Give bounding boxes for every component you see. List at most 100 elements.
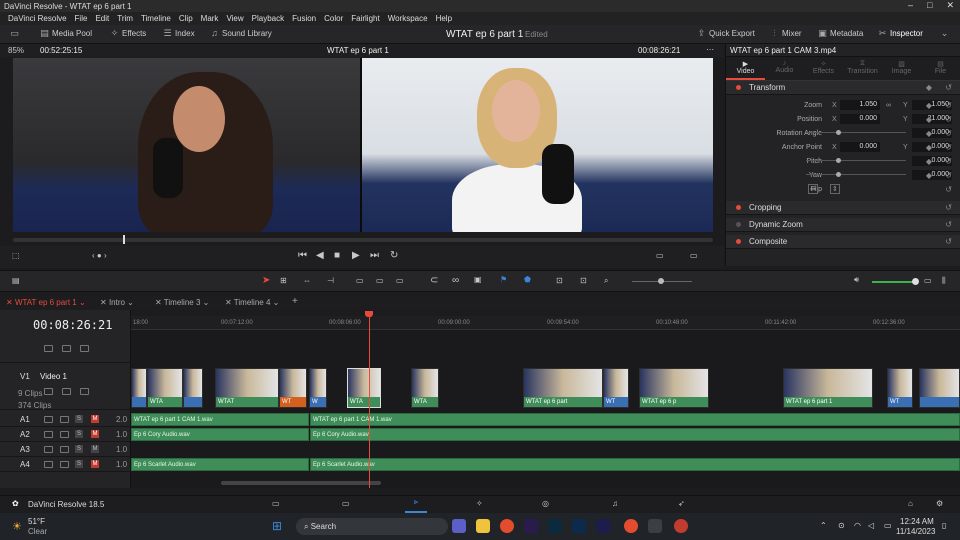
last-frame-icon[interactable]: ⏭	[370, 250, 379, 261]
tab-audio[interactable]: ♪ Audio	[765, 57, 804, 80]
media-page-icon[interactable]: ▭	[272, 499, 280, 508]
menu-item[interactable]: Timeline	[141, 14, 171, 23]
keyframe-icon[interactable]: ◆	[926, 115, 932, 124]
menu-item[interactable]: Fusion	[292, 14, 316, 23]
viewer-mode-icon[interactable]: ⬚	[12, 251, 20, 260]
home-icon[interactable]: ⌂	[908, 499, 913, 508]
video-clip-selected[interactable]: WTA	[347, 368, 381, 408]
video-clip[interactable]: WTAT ep 6 part	[523, 368, 603, 408]
cropping-section[interactable]: Cropping ↺	[726, 201, 960, 215]
reverse-icon[interactable]: ◀	[316, 250, 324, 261]
audio-clip[interactable]: WTAT ep 6 part 1 CAM 1.wav	[131, 413, 309, 426]
timeline-scrollbar[interactable]	[221, 481, 381, 485]
lock-icon[interactable]: ▣	[474, 275, 482, 284]
menu-item[interactable]: Workspace	[388, 14, 428, 23]
menu-item[interactable]: Edit	[95, 14, 109, 23]
keyframe-icon[interactable]: ◆	[926, 171, 932, 180]
lock-track-icon[interactable]	[44, 388, 53, 395]
dim-icon[interactable]: ▭	[924, 276, 932, 285]
video-clip[interactable]	[919, 368, 960, 408]
lock-track-icon[interactable]	[44, 416, 53, 423]
fusion-page-icon[interactable]: ✧	[476, 499, 483, 508]
monitor-track-icon[interactable]	[80, 345, 89, 352]
v1-name[interactable]: Video 1	[40, 372, 67, 381]
waveform-icon[interactable]: ⫼	[942, 276, 946, 286]
solo-button[interactable]: S	[75, 460, 83, 468]
video-clip[interactable]: WTAT ep 6 part 1	[783, 368, 873, 408]
zoom-fit-icon[interactable]: ⊡	[556, 276, 563, 285]
audio-clip[interactable]: WTAT ep 6 part 1 CAM 1.wav	[310, 413, 960, 426]
auto-select-icon[interactable]	[60, 461, 69, 468]
trim-icon[interactable]: ⊞	[280, 276, 287, 285]
video-viewer[interactable]	[13, 58, 713, 232]
metadata-button[interactable]: ▣ Metadata	[818, 28, 863, 39]
monitor-icon[interactable]: ▭	[10, 28, 19, 39]
pitch-slider[interactable]	[806, 158, 906, 163]
tab-transition[interactable]: ⧖ Transition	[843, 57, 882, 80]
chevron-down-icon[interactable]: ⌄	[940, 28, 949, 39]
viewer-timeline-name[interactable]: WTAT ep 6 part 1	[327, 46, 389, 55]
reset-icon[interactable]: ↺	[945, 157, 952, 166]
tab-video[interactable]: ▶ Video	[726, 57, 765, 80]
lock-track-icon[interactable]	[44, 431, 53, 438]
video-clip[interactable]: WTAT	[215, 368, 279, 408]
enable-toggle[interactable]	[736, 85, 741, 90]
position-x-field[interactable]: 0.000	[840, 114, 880, 124]
more-options-icon[interactable]: ⋯	[706, 45, 714, 54]
tab-timeline-3[interactable]: ✕ Timeline 3 ⌄	[155, 298, 209, 307]
keyframe-icon[interactable]: ◆	[926, 129, 932, 138]
playhead-handle[interactable]	[365, 311, 373, 317]
menu-item[interactable]: Mark	[201, 14, 219, 23]
auto-select-icon[interactable]	[60, 446, 69, 453]
auto-select-icon[interactable]	[60, 416, 69, 423]
solo-button[interactable]: S	[75, 430, 83, 438]
pointer-icon[interactable]: ➤	[262, 275, 270, 286]
edit-page-icon[interactable]: ⫸	[405, 497, 427, 513]
mute-button[interactable]: M	[91, 445, 99, 453]
audio-clip[interactable]: Ep 6 Cory Audio.wav	[310, 428, 960, 441]
audition-icon[interactable]	[596, 519, 610, 533]
premiere-icon[interactable]	[524, 519, 538, 533]
blade-icon[interactable]: ⊣	[327, 276, 334, 285]
zoom-detail-icon[interactable]: ⊡	[580, 276, 587, 285]
mute-button[interactable]: M	[91, 460, 99, 468]
volume-slider[interactable]	[872, 278, 919, 285]
lock-track-icon[interactable]	[44, 461, 53, 468]
flag-icon[interactable]: ⚑	[500, 275, 507, 284]
teams-icon[interactable]	[452, 519, 466, 533]
video-clip[interactable]: WT	[887, 368, 913, 408]
reset-icon[interactable]: ↺	[945, 83, 952, 92]
quick-export-button[interactable]: ⇪ Quick Export	[697, 28, 755, 39]
keyframe-icon[interactable]: ◆	[926, 157, 932, 166]
notification-icon[interactable]: ▯	[942, 521, 946, 530]
monitor-track-icon[interactable]	[80, 388, 89, 395]
layout-icon[interactable]: ▤	[12, 276, 20, 285]
battery-icon[interactable]: ▭	[884, 521, 892, 530]
windows-start-icon[interactable]: ⊞	[272, 519, 282, 533]
audio-clip[interactable]: Ep 6 Scarlet Audio.wav	[310, 458, 960, 471]
play-icon[interactable]: ▶	[352, 250, 360, 261]
tab-effects[interactable]: ✧ Effects	[804, 57, 843, 80]
app-icon[interactable]	[674, 519, 688, 533]
mixer-button[interactable]: ⫶ Mixer	[770, 28, 801, 39]
reset-icon[interactable]: ↺	[945, 171, 952, 180]
lock-track-icon[interactable]	[44, 446, 53, 453]
solo-button[interactable]: S	[75, 445, 83, 453]
tab-image[interactable]: ▨ Image	[882, 57, 921, 80]
jog-icon[interactable]: ‹ ● ›	[92, 251, 107, 260]
video-clip[interactable]	[131, 368, 147, 408]
photoshop-icon[interactable]	[572, 519, 586, 533]
cut-page-icon[interactable]: ▭	[342, 499, 350, 508]
composite-section[interactable]: Composite ↺	[726, 235, 960, 249]
keyframe-icon[interactable]: ◆	[926, 143, 932, 152]
volume-icon[interactable]: ◁	[868, 521, 874, 530]
mute-button[interactable]: M	[91, 430, 99, 438]
scrubber-handle[interactable]	[123, 235, 125, 244]
menu-item[interactable]: DaVinci Resolve	[8, 14, 67, 23]
output-icon[interactable]: ▭	[690, 251, 698, 260]
lightroom-icon[interactable]	[548, 519, 562, 533]
settings-gear-icon[interactable]: ⚙	[936, 499, 943, 508]
taskbar-search[interactable]: ⌕ Search	[296, 518, 448, 535]
clock-time[interactable]: 12:24 AM	[900, 517, 934, 526]
close-icon[interactable]: ✕	[946, 0, 954, 11]
